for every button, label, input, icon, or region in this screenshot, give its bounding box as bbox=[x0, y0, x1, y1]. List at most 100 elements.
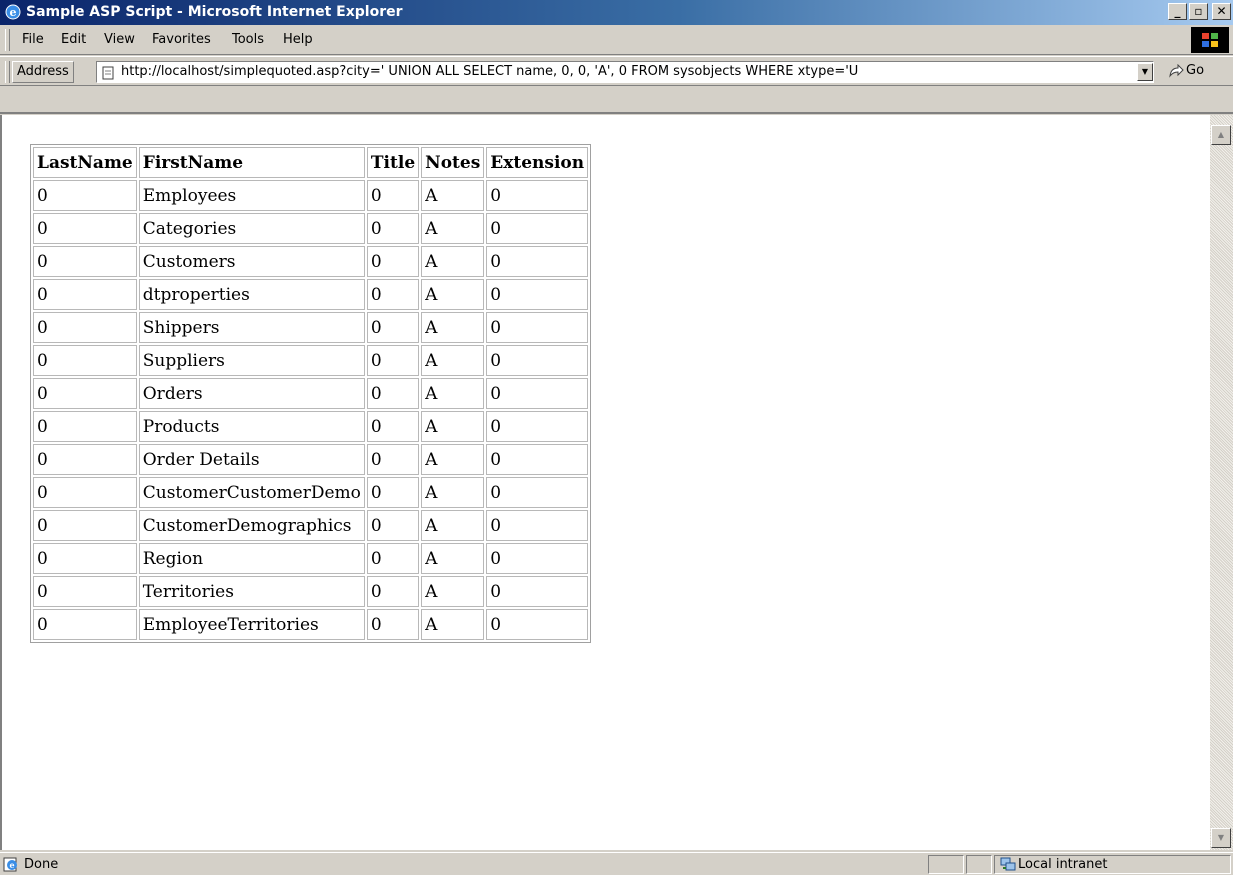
title-cell: 0 bbox=[366, 180, 420, 211]
lastname-cell: 0 bbox=[33, 345, 137, 376]
title-cell: 0 bbox=[366, 345, 420, 376]
notes-cell: A bbox=[421, 477, 485, 508]
menubar-grip[interactable] bbox=[5, 29, 10, 51]
maximize-button[interactable]: ▫ bbox=[1189, 3, 1208, 20]
notes-cell: A bbox=[421, 279, 485, 310]
title-cell: 0 bbox=[366, 477, 420, 508]
title-cell: 0 bbox=[366, 444, 420, 475]
title-cell: 0 bbox=[366, 378, 420, 409]
lastname-cell: 0 bbox=[33, 543, 137, 574]
column-header-notes: Notes bbox=[421, 147, 485, 178]
menu-bar: File Edit View Favorites Tools Help bbox=[0, 25, 1233, 55]
table-row: 0 Territories 0 A 0 bbox=[33, 576, 589, 607]
vertical-scrollbar[interactable]: ▲ ▼ bbox=[1210, 115, 1233, 850]
window-title-bar: e Sample ASP Script - Microsoft Internet… bbox=[0, 0, 1233, 25]
lastname-cell: 0 bbox=[33, 411, 137, 442]
extension-cell: 0 bbox=[486, 213, 589, 244]
address-label: Address bbox=[12, 61, 74, 83]
lastname-cell: 0 bbox=[33, 279, 137, 310]
page-icon bbox=[102, 66, 114, 80]
column-header-lastname: LastName bbox=[33, 147, 137, 178]
svg-text:e: e bbox=[10, 6, 17, 19]
title-cell: 0 bbox=[366, 576, 420, 607]
title-cell: 0 bbox=[366, 543, 420, 574]
extension-cell: 0 bbox=[486, 543, 589, 574]
notes-cell: A bbox=[421, 609, 485, 640]
lastname-cell: 0 bbox=[33, 477, 137, 508]
notes-cell: A bbox=[421, 213, 485, 244]
firstname-cell: Order Details bbox=[138, 444, 365, 475]
extension-cell: 0 bbox=[486, 246, 589, 277]
menu-help[interactable]: Help bbox=[283, 32, 313, 47]
title-cell: 0 bbox=[366, 411, 420, 442]
menu-edit[interactable]: Edit bbox=[61, 32, 86, 47]
table-body: 0 Employees 0 A 0 0 Categories 0 A 0 0 Customers 0 A 0… bbox=[33, 180, 589, 640]
local-intranet-icon bbox=[1000, 857, 1016, 871]
svg-text:e: e bbox=[9, 860, 14, 870]
title-cell: 0 bbox=[366, 312, 420, 343]
window-title: Sample ASP Script - Microsoft Internet E… bbox=[26, 4, 403, 20]
firstname-cell: Orders bbox=[138, 378, 365, 409]
window-controls: _ ▫ ✕ bbox=[1168, 3, 1231, 20]
lastname-cell: 0 bbox=[33, 180, 137, 211]
lastname-cell: 0 bbox=[33, 312, 137, 343]
title-cell: 0 bbox=[366, 213, 420, 244]
notes-cell: A bbox=[421, 543, 485, 574]
table-row: 0 Region 0 A 0 bbox=[33, 543, 589, 574]
addressbar-grip[interactable] bbox=[5, 61, 10, 83]
table-row: 0 Products 0 A 0 bbox=[33, 411, 589, 442]
table-row: 0 Categories 0 A 0 bbox=[33, 213, 589, 244]
notes-cell: A bbox=[421, 411, 485, 442]
column-header-firstname: FirstName bbox=[138, 147, 365, 178]
table-row: 0 EmployeeTerritories 0 A 0 bbox=[33, 609, 589, 640]
firstname-cell: CustomerCustomerDemo bbox=[138, 477, 365, 508]
address-dropdown-button[interactable]: ▼ bbox=[1137, 63, 1153, 81]
status-pane-1 bbox=[928, 855, 964, 874]
extension-cell: 0 bbox=[486, 180, 589, 211]
results-table: LastName FirstName Title Notes Extension 0 Em… bbox=[30, 144, 592, 643]
scroll-down-button[interactable]: ▼ bbox=[1211, 828, 1231, 848]
minimize-button[interactable]: _ bbox=[1168, 3, 1187, 20]
title-cell: 0 bbox=[366, 246, 420, 277]
extension-cell: 0 bbox=[486, 378, 589, 409]
extension-cell: 0 bbox=[486, 609, 589, 640]
notes-cell: A bbox=[421, 180, 485, 211]
firstname-cell: Territories bbox=[138, 576, 365, 607]
ie-logo-icon: e bbox=[5, 4, 21, 20]
lastname-cell: 0 bbox=[33, 213, 137, 244]
firstname-cell: Categories bbox=[138, 213, 365, 244]
table-row: 0 CustomerCustomerDemo 0 A 0 bbox=[33, 477, 589, 508]
extension-cell: 0 bbox=[486, 444, 589, 475]
menu-tools[interactable]: Tools bbox=[232, 32, 264, 47]
lastname-cell: 0 bbox=[33, 246, 137, 277]
notes-cell: A bbox=[421, 345, 485, 376]
go-button[interactable]: Go bbox=[1168, 63, 1204, 78]
status-pane-2 bbox=[966, 855, 992, 874]
table-row: 0 CustomerDemographics 0 A 0 bbox=[33, 510, 589, 541]
notes-cell: A bbox=[421, 378, 485, 409]
status-bar: e Done Local intranet bbox=[0, 852, 1233, 875]
table-row: 0 Customers 0 A 0 bbox=[33, 246, 589, 277]
extension-cell: 0 bbox=[486, 510, 589, 541]
status-text: Done bbox=[24, 857, 59, 872]
title-cell: 0 bbox=[366, 279, 420, 310]
notes-cell: A bbox=[421, 246, 485, 277]
notes-cell: A bbox=[421, 312, 485, 343]
firstname-cell: CustomerDemographics bbox=[138, 510, 365, 541]
menu-view[interactable]: View bbox=[104, 32, 135, 47]
firstname-cell: Products bbox=[138, 411, 365, 442]
menu-file[interactable]: File bbox=[22, 32, 44, 47]
firstname-cell: Suppliers bbox=[138, 345, 365, 376]
firstname-cell: Employees bbox=[138, 180, 365, 211]
address-input[interactable]: http://localhost/simplequoted.asp?city='… bbox=[96, 61, 1154, 83]
table-row: 0 Orders 0 A 0 bbox=[33, 378, 589, 409]
menu-favorites[interactable]: Favorites bbox=[152, 32, 211, 47]
security-zone-label: Local intranet bbox=[1018, 857, 1108, 872]
notes-cell: A bbox=[421, 576, 485, 607]
lastname-cell: 0 bbox=[33, 510, 137, 541]
close-button[interactable]: ✕ bbox=[1212, 3, 1231, 20]
page-content: LastName FirstName Title Notes Extension 0 Em… bbox=[0, 115, 1210, 850]
firstname-cell: EmployeeTerritories bbox=[138, 609, 365, 640]
column-header-title: Title bbox=[366, 147, 420, 178]
scroll-up-button[interactable]: ▲ bbox=[1211, 125, 1231, 145]
